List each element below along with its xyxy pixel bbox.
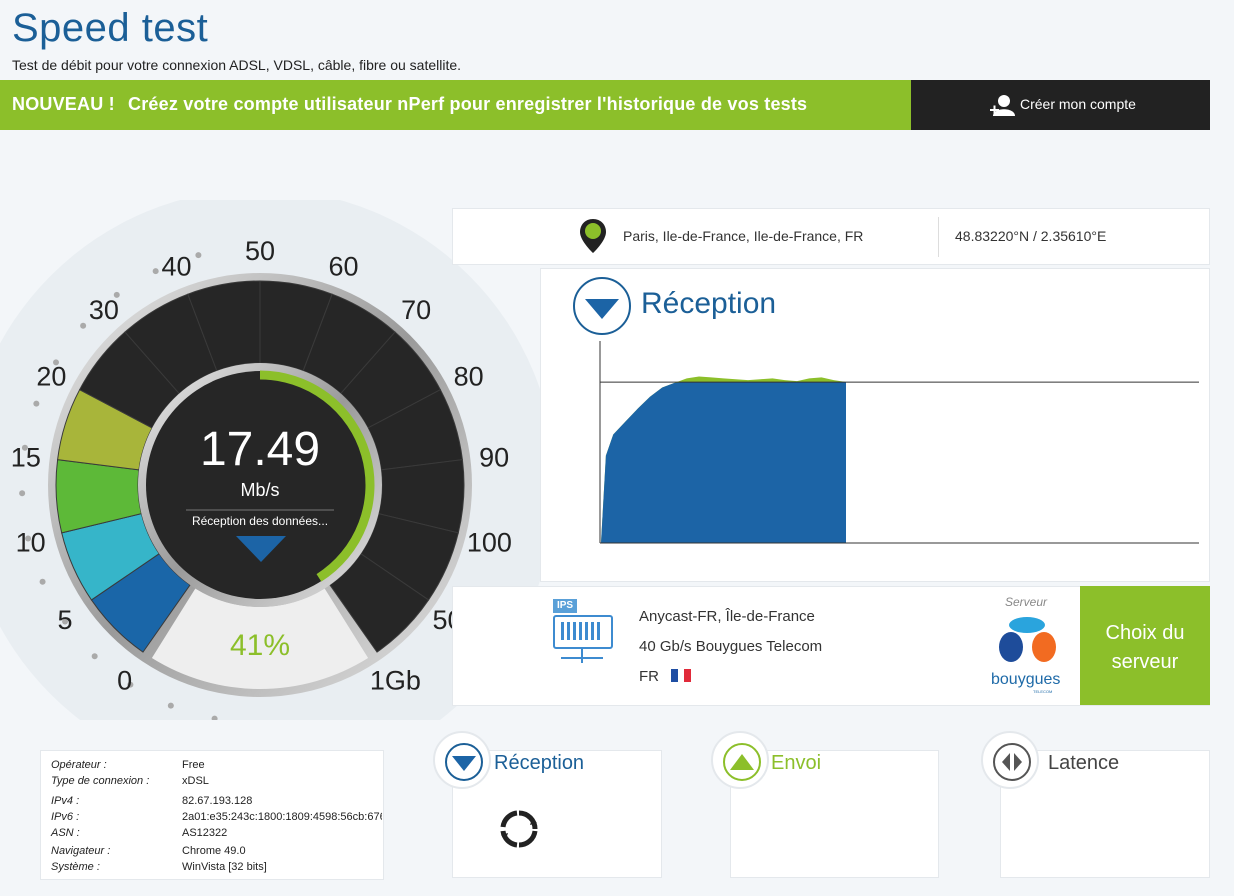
info-key: Système : [51,861,100,873]
gauge-scale-label: 80 [454,362,484,392]
server-cable-h [561,657,603,659]
info-value: Chrome 49.0 [182,845,246,857]
reception-chart [599,341,1199,544]
banner-new-label: NOUVEAU ! [12,94,115,114]
bouygues-logo-text: bouygues [991,671,1061,688]
gauge-scale-label: 10 [16,527,46,557]
gauge-dot [80,322,87,329]
info-key: ASN : [51,827,80,839]
create-account-button[interactable]: Créer mon compte [911,80,1210,130]
server-name: Anycast-FR, Île-de-France [639,608,815,625]
info-row: Navigateur : Chrome 49.0 [51,845,381,859]
gauge-scale-label: 20 [36,362,66,392]
info-row: ASN : AS12322 [51,827,381,841]
bouygues-logo [999,617,1056,662]
banner-message: Créez votre compte utilisateur nPerf pou… [128,94,808,114]
gauge-scale-label: 70 [401,295,431,325]
latency-card-title: Latence [1048,752,1120,774]
promo-banner: NOUVEAU ! Créez votre compte utilisateur… [0,80,1210,130]
location-pin-icon [580,219,606,253]
connection-info: Opérateur : Free Type de connexion : xDSL IP… [40,750,384,880]
gauge-dot [33,400,40,407]
location-text: Paris, Ile-de-France, Ile-de-France, FR [623,228,864,244]
info-key: Type de connexion : [51,775,150,787]
info-value: WinVista [32 bits] [182,861,267,873]
gauge-dot [91,653,98,660]
choose-server-button[interactable]: Choix du serveur [1080,586,1210,705]
user-add-icon [990,95,1015,116]
gauge-dot [152,268,159,275]
chart-area-below [601,382,846,543]
server-box [553,615,613,649]
page-title: Speed test [12,6,209,50]
choose-server-line2: serveur [1111,651,1179,673]
download-circle-icon [573,277,631,335]
speed-value: 17.49 [200,423,320,476]
gauge-status: Réception des données... [192,514,328,528]
reception-panel: Réception [540,268,1210,582]
location-bar: Paris, Ile-de-France, Ile-de-France, FR … [452,208,1210,265]
progress-percent: 41% [230,629,290,662]
gauge-scale-label: 0 [117,665,132,695]
server-cable [581,649,583,663]
server-icon: IPS [553,599,613,669]
gauge-scale-label: 1Gb [370,665,421,695]
loading-spinner-icon [500,810,538,848]
location-separator [938,217,939,257]
choose-server-line1: Choix du [1105,622,1185,644]
gauge-scale-label: 40 [162,251,192,281]
gauge-scale-label: 100 [467,527,512,557]
gauge-scale-label: 5 [57,605,72,635]
server-caption: Serveur [1005,595,1048,609]
server-country: FR [639,668,659,685]
upload-card-title: Envoi [771,752,822,774]
coordinates-text: 48.83220°N / 2.35610°E [955,228,1107,244]
chart-plot [601,376,846,543]
gauge-dot [195,252,202,259]
gauge-dot [19,490,26,497]
info-value: AS12322 [182,827,228,839]
speed-unit: Mb/s [240,480,279,500]
gauge-scale-label: 15 [11,443,41,473]
info-value: xDSL [182,775,209,787]
server-vents [561,622,603,640]
create-account-label: Créer mon compte [1020,96,1136,112]
info-row: IPv6 : 2a01:e35:243c:1800:1809:4598:56cb:… [51,811,382,825]
gauge-scale-label: 90 [479,443,509,473]
reception-card-title: Réception [494,752,585,774]
info-value: Free [182,759,205,771]
info-key: IPv6 : [51,811,80,823]
latency-circle-icon [981,731,1039,789]
gauge-dot [39,578,46,585]
ips-badge: IPS [553,599,577,613]
gauge-scale-label: 30 [89,295,119,325]
bouygues-logo-subtext: TELECOM [1033,689,1053,694]
gauge-scale-label: 60 [328,251,358,281]
flag-fr-icon [671,669,692,682]
banner-text: NOUVEAU ! Créez votre compte utilisateur… [12,94,807,115]
upload-circle-icon [711,731,769,789]
info-row: Système : WinVista [32 bits] [51,861,381,875]
reception-circle-icon [433,731,491,789]
info-key: Navigateur : [51,845,111,857]
info-value: 2a01:e35:243c:1800:1809:4598:56cb:676 [182,811,382,823]
info-value: 82.67.193.128 [182,795,253,807]
info-key: IPv4 : [51,795,80,807]
gauge-dot [167,702,174,709]
info-key: Opérateur : [51,759,107,771]
page-subtitle: Test de débit pour votre connexion ADSL,… [12,57,462,73]
reception-title: Réception [641,287,777,320]
gauge-scale-label: 50 [245,236,275,266]
info-row: Type de connexion : xDSL [51,775,381,789]
info-row: IPv4 : 82.67.193.128 [51,795,381,809]
server-provider: 40 Gb/s Bouygues Telecom [639,638,823,655]
info-row: Opérateur : Free [51,759,381,773]
